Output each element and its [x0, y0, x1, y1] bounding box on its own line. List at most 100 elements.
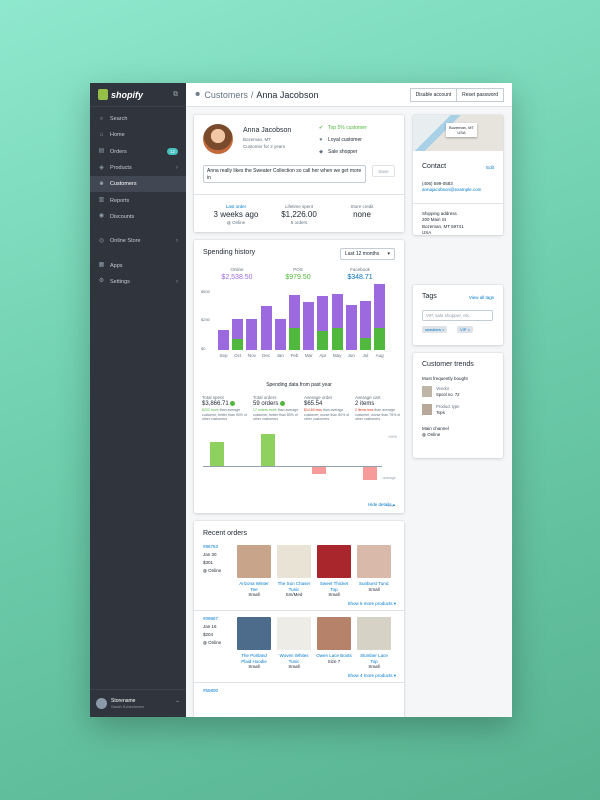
hide-details-link[interactable]: Hide details ▴ [368, 502, 395, 508]
customer-photo [203, 124, 233, 154]
sidebar-item-customers[interactable]: ☻ Customers [90, 176, 186, 193]
sidebar-item-online-store[interactable]: ◎ Online Store › [90, 233, 186, 249]
channel-online: Online $2,538.50 [221, 267, 253, 281]
x-tick-label: Feb [290, 353, 299, 358]
x-tick-label: Jun [347, 353, 355, 358]
reports-icon: ▥ [98, 197, 105, 204]
product-image [357, 545, 391, 578]
user-name: Sarah Schechmen [111, 704, 144, 709]
x-tick-label: Aug [375, 353, 384, 358]
account-switcher[interactable]: Storename Sarah Schechmen ⌃ [90, 689, 186, 717]
breakdown-title: Spending data from past year [266, 382, 332, 388]
product-image [237, 617, 271, 650]
sidebar-item-orders[interactable]: ▤ Orders 12 [90, 144, 186, 160]
product-item[interactable]: Woven Whites Tunic Small [276, 617, 312, 670]
product-item[interactable]: Sweet Thicket Top Small [316, 545, 352, 598]
chart-bar-pos [232, 339, 244, 350]
sidebar-item-label: Online Store [110, 238, 141, 245]
shopify-bag-icon [98, 89, 108, 100]
spending-title: Spending history [203, 249, 256, 256]
chart-bar-pos [331, 328, 343, 350]
product-item[interactable]: Slumber Lace Top Small [356, 617, 392, 670]
x-tick-label: Sep [219, 353, 228, 358]
sidebar-item-products[interactable]: ◈ Products › [90, 160, 186, 176]
avatar [96, 698, 107, 709]
order-link[interactable]: #55800 [203, 687, 218, 695]
chart-bar-online [303, 301, 315, 350]
tags-input[interactable]: VIP, sale shopper, etc. [422, 310, 493, 321]
chart-bar-online [218, 330, 229, 350]
chart-bar-pos [374, 328, 386, 350]
external-link-icon[interactable]: ⧉ [173, 91, 178, 99]
show-more-products-link[interactable]: Show 6 more products ▾ [347, 601, 396, 607]
online-store-icon: ◎ [98, 237, 105, 244]
chart-bar-online [289, 295, 300, 328]
breadcrumb: ☻ Customers / Anna Jacobson [194, 89, 319, 100]
sidebar-item-home[interactable]: ⌂ Home [90, 127, 186, 143]
chart-bar-pos [360, 337, 371, 350]
product-item[interactable]: Owen Lace Boots Size 7 [316, 617, 352, 665]
chart-bar-online [360, 300, 371, 338]
product-image [317, 617, 351, 650]
x-tick-label: May [332, 353, 342, 358]
product-item[interactable]: The Portland Plaid Hoodie Small [236, 617, 272, 670]
last-order-link[interactable]: Last order [206, 204, 266, 209]
location-map[interactable]: Bozeman, MT USA [413, 115, 503, 151]
chart-bar-online [317, 296, 329, 332]
disable-account-button[interactable]: Disable account [409, 87, 458, 102]
sidebar-item-apps[interactable]: ▦ Apps [90, 257, 186, 273]
reset-password-button[interactable]: Reset password [457, 87, 504, 102]
range-select[interactable]: Last 12 months ▾ [340, 248, 395, 260]
save-button[interactable]: Save [372, 165, 395, 177]
tag-chip[interactable]: VIP × [457, 326, 473, 333]
check-circle-icon: ✔ [318, 125, 324, 131]
order-link[interactable]: #86753 [203, 543, 221, 551]
email-link[interactable]: annajacobson@example.com [422, 187, 481, 193]
chart-bar-online [274, 319, 286, 350]
sidebar-item-settings[interactable]: ⚙ Settings › [90, 274, 186, 290]
store-credit-stat: Store credit none [350, 204, 374, 219]
spending-history-card: Spending history Last 12 months ▾ Online $… [194, 240, 404, 513]
order-link[interactable]: #09867 [203, 615, 221, 623]
sidebar-item-label: Orders [110, 148, 127, 155]
product-item[interactable]: Sunburst Tunic Small [356, 545, 392, 593]
edit-contact-link[interactable]: Edit [486, 165, 494, 170]
product-item[interactable]: Arizona Winter Tee Small [236, 545, 272, 598]
metric-total-orders: Total orders 59 orders 17 orders more tha… [253, 395, 299, 422]
breadcrumb-customers[interactable]: Customers [204, 90, 248, 100]
customer-location: Bozeman, MT [243, 137, 272, 142]
chevron-down-icon: ▾ [387, 251, 390, 257]
home-icon: ⌂ [99, 131, 104, 138]
view-all-tags-link[interactable]: View all tags [469, 295, 494, 300]
top-bar: ☻ Customers / Anna Jacobson Disable acco… [186, 83, 512, 107]
sidebar-item-search[interactable]: ⌕ Search [90, 111, 186, 127]
orders-icon: ▤ [98, 148, 105, 155]
show-more-products-link[interactable]: Show 4 more products ▾ [347, 673, 396, 679]
heart-icon: ♥ [319, 137, 323, 143]
lifetime-spent-stat: Lifetime spent $1,226.00 6 orders [281, 204, 317, 225]
customer-tag: ♥ Loyal customer [319, 137, 362, 143]
check-circle-icon [230, 401, 236, 406]
chart-bar-online [374, 284, 386, 328]
chevron-right-icon: › [176, 238, 178, 245]
customers-icon: ☻ [98, 180, 105, 187]
trend-item: Vendor Spool no. 72 [422, 386, 460, 397]
sidebar-item-label: Apps [110, 262, 123, 269]
y-tick: $250 [201, 317, 210, 322]
customer-tag: ✔ Top 5% customer [318, 125, 367, 131]
tag-icon: ◆ [319, 149, 323, 155]
product-item[interactable]: The Sun Chaser Tunic Sm/Med [276, 545, 312, 598]
order-info: #55800 [203, 687, 218, 695]
deviation-bar [210, 442, 224, 466]
product-thumb [422, 386, 432, 397]
chart-bar-online [345, 304, 357, 350]
customer-note-field[interactable]: Anna really likes the Sweater Collection… [203, 165, 366, 183]
recent-orders-card: Recent orders #86753 Jan 30 $301 ◍ Online Ar… [194, 521, 404, 717]
sidebar-item-reports[interactable]: ▥ Reports [90, 192, 186, 208]
sidebar-item-discounts[interactable]: ◉ Discounts [90, 209, 186, 225]
shopify-logo[interactable]: shopify [98, 89, 143, 100]
metric-total-spent: Total spent $3,866.71 $202 more than aver… [202, 395, 247, 422]
tag-chip[interactable]: sweaters × [422, 326, 448, 333]
discounts-icon: ◉ [98, 213, 105, 220]
globe-icon: ◍ [226, 220, 231, 225]
